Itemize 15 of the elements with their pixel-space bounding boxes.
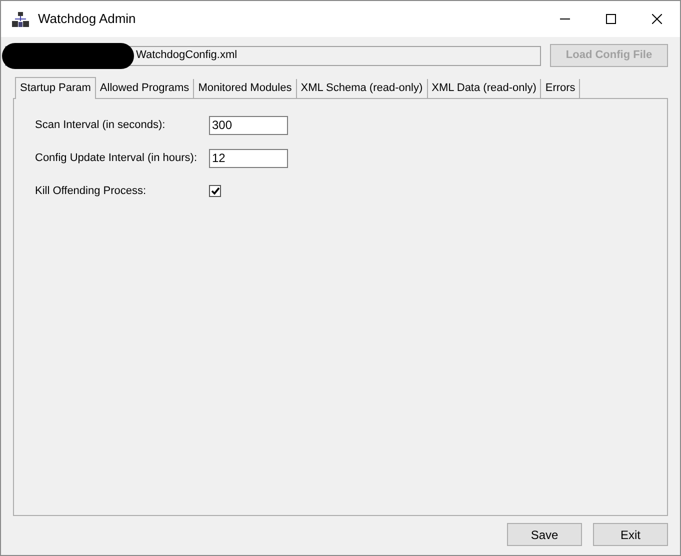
text-field[interactable]: 300 (209, 116, 288, 134)
dialog-button[interactable]: Exit (593, 523, 668, 546)
checkbox[interactable] (209, 185, 221, 197)
close-icon (652, 14, 662, 24)
field-label: Config Update Interval (in hours): (35, 150, 198, 166)
network-icon (12, 10, 29, 28)
window-title: Watchdog Admin (38, 10, 136, 28)
maximize-icon (606, 14, 616, 24)
file-path-text: WatchdogConfig.xml (136, 48, 238, 64)
check-icon (210, 187, 220, 195)
dialog-button[interactable]: Save (507, 523, 582, 546)
text-field[interactable]: 12 (209, 148, 288, 168)
field-label: Kill Offending Process: (35, 184, 148, 199)
tab[interactable]: Startup Param (15, 77, 96, 99)
field-label: Scan Interval (in seconds): (35, 118, 166, 133)
